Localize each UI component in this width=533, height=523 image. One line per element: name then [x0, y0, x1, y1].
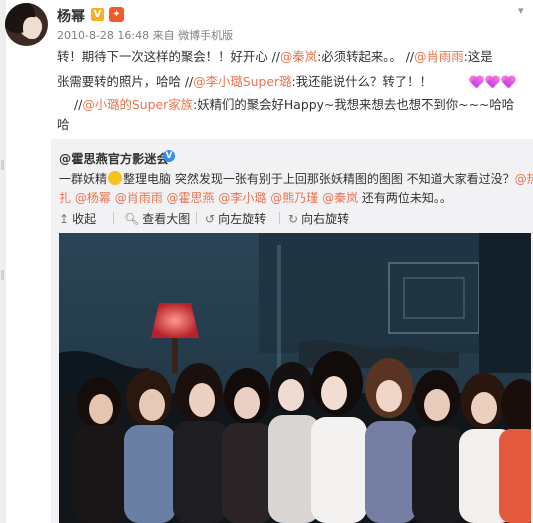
- collapse-icon: ↥: [59, 212, 70, 226]
- rotate-right-icon: ↻: [288, 212, 299, 226]
- mention-link[interactable]: @热依: [515, 172, 533, 186]
- grin-emoji-icon: [108, 171, 123, 185]
- group-photo-illustration: [59, 233, 531, 523]
- zoom-icon: 🔍︎: [124, 212, 140, 226]
- toolbar-divider: [279, 212, 280, 224]
- post-line: 转！期待下一次这样的聚会！！好开心 //@秦岚:必须转起来。。 //@肖雨雨:这…: [57, 48, 493, 67]
- view-large-label: 查看大图: [142, 212, 191, 226]
- repost-author[interactable]: @霍思燕官方影迷会: [59, 149, 169, 167]
- mention-link[interactable]: @霍思燕: [167, 191, 215, 205]
- edge-marker: [1, 270, 4, 280]
- chevron-down-icon[interactable]: ▾: [518, 4, 524, 17]
- heart-icon: [469, 76, 484, 89]
- heart-icon: [501, 76, 516, 89]
- rotate-right-label: 向右旋转: [301, 212, 350, 226]
- mention-link[interactable]: @李小璐Super璐: [193, 74, 291, 89]
- heart-icon: [485, 76, 500, 89]
- text-segment: 哈: [57, 117, 70, 132]
- mention-link[interactable]: @杨幂: [75, 191, 111, 205]
- edge-marker: [1, 160, 4, 170]
- rotate-left-label: 向左旋转: [218, 212, 267, 226]
- hearts-emoji: [469, 74, 519, 93]
- repost-line: 一群妖精 整理电脑 突然发现一张有别于上回那张妖精图的图图 不知道大家看过没？@热…: [59, 170, 533, 187]
- text-segment: 转！期待下一次这样的聚会！！好开心 //: [57, 49, 280, 64]
- text-segment: :妖精们的聚会好Happy~我想来想去也想不到你~~~哈哈: [193, 97, 515, 112]
- rotate-left-button[interactable]: ↺ 向左旋转: [205, 210, 266, 227]
- text-segment: 还有两位未知。。: [358, 191, 452, 205]
- avatar[interactable]: [5, 3, 48, 46]
- rotate-left-icon: ↺: [205, 212, 216, 226]
- mention-link[interactable]: @秦岚: [280, 49, 317, 64]
- mention-link[interactable]: @熊乃瑾: [270, 191, 318, 205]
- post-line: //@小璐的Super家族:妖精们的聚会好Happy~我想来想去也想不到你~~~…: [74, 96, 514, 115]
- collapse-button[interactable]: ↥ 收起: [59, 210, 96, 227]
- repost-photo[interactable]: [59, 233, 531, 523]
- mention-link[interactable]: 扎: [59, 191, 71, 205]
- post-timestamp-source[interactable]: 2010-8-28 16:48 来自 微博手机版: [57, 27, 233, 43]
- text-segment: :这是: [463, 49, 493, 64]
- collapse-label: 收起: [72, 212, 97, 226]
- username[interactable]: 杨幂: [57, 6, 85, 26]
- mention-link[interactable]: @秦岚: [322, 191, 358, 205]
- text-segment: 张需要转的照片，哈哈 //: [57, 74, 194, 89]
- view-large-button[interactable]: 🔍︎ 查看大图: [124, 210, 190, 227]
- avatar-face: [23, 17, 41, 39]
- mention-link[interactable]: @肖雨雨: [115, 191, 163, 205]
- toolbar-divider: [196, 212, 197, 224]
- text-segment: 一群妖精: [59, 172, 108, 186]
- text-segment: :我还能说什么？转了！！: [291, 74, 432, 89]
- mention-link[interactable]: @肖雨雨: [414, 49, 464, 64]
- repost-line: 扎 @杨幂 @肖雨雨 @霍思燕 @李小璐 @熊乃瑾 @秦岚 还有两位未知。。: [59, 189, 524, 206]
- verified-badge-icon: V: [163, 150, 175, 162]
- member-badge-icon[interactable]: ✦: [109, 7, 124, 22]
- post-line: 哈: [57, 116, 69, 135]
- post-line: 张需要转的照片，哈哈 //@李小璐Super璐:我还能说什么？转了！！: [57, 73, 432, 92]
- vip-badge-icon[interactable]: V: [91, 8, 104, 21]
- rotate-right-button[interactable]: ↻ 向右旋转: [288, 210, 349, 227]
- left-edge-bar: [0, 0, 6, 523]
- text-segment: 整理电脑 突然发现一张有别于上回那张妖精图的图图 不知道大家看过没？: [123, 172, 515, 186]
- mention-link[interactable]: @李小璐: [218, 191, 266, 205]
- text-segment: :必须转起来。。 //: [317, 49, 415, 64]
- mention-link[interactable]: @小璐的Super家族: [82, 97, 193, 112]
- toolbar-divider: [113, 212, 114, 224]
